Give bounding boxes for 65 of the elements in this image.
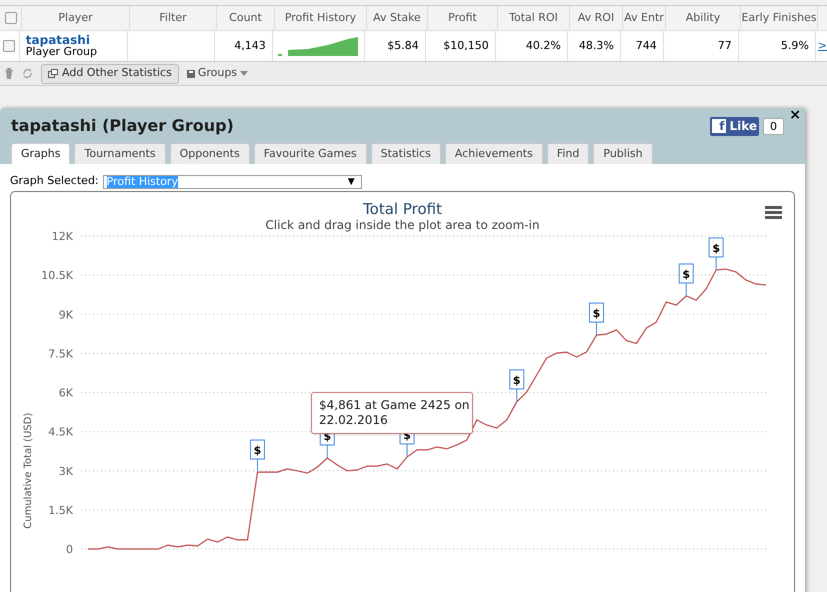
y-axis-label: Cumulative Total (USD) [23,412,34,529]
more-link[interactable]: > [818,38,827,54]
annotation: $ [512,374,521,387]
groups-button[interactable]: Groups [186,65,248,82]
table-cell-text: 77 [718,38,732,54]
y-tick-label: 6K [58,386,73,400]
like-button[interactable]: f Like [710,116,759,136]
column-header[interactable]: Av Stake [373,10,421,26]
annotation: $ [254,444,262,458]
save-icon [186,70,195,78]
table-cell-text: 744 [636,38,657,54]
add-statistics-button[interactable]: Add Other Statistics [41,64,179,84]
column-header[interactable]: Early Finishes [741,10,817,26]
tab[interactable]: Favourite Games [254,143,367,164]
annotation: $ [682,268,690,281]
y-tick-label: 7.5K [48,347,73,360]
annotation: $ [592,307,600,320]
tab[interactable]: Find [546,143,590,164]
column-header[interactable]: Av ROI [578,10,614,26]
graph-select[interactable]: Profit History ▼ [102,174,362,188]
tab[interactable]: Graphs [11,143,70,164]
checkbox[interactable] [4,12,16,24]
player-link[interactable]: tapatashi [26,34,127,46]
chart-subtitle: Click and drag inside the plot area to zoom-in [265,218,540,232]
chart-tooltip: $4,861 at Game 2425 on 22.02.2016 [311,392,473,434]
annotation: $ [712,242,720,255]
close-button[interactable]: × [789,108,801,122]
y-tick-label: 9K [58,308,73,322]
column-header[interactable]: Filter [159,10,187,26]
column-header[interactable]: Player [58,10,93,26]
y-tick-label: 3K [58,464,73,478]
y-tick-label: 1.5K [48,504,73,517]
column-header[interactable]: Profit [448,10,477,26]
table-cell-text: 5.9% [780,38,809,54]
caret-icon [240,71,248,76]
tab[interactable]: Achievements [444,143,543,164]
chart-menu-icon[interactable] [765,206,782,219]
column-header[interactable]: Ability [686,10,720,26]
panel-title: tapatashi (Player Group) [11,115,234,137]
table-cell-text: 48.3% [578,38,614,54]
windows-icon [48,69,58,78]
player-type: Player Group [26,46,98,58]
table-cell-text: $10,150 [443,38,489,54]
table-cell-text: 4,143 [234,38,266,54]
y-tick-label: 4.5K [48,426,73,439]
tab[interactable]: Opponents [170,143,250,164]
column-header[interactable]: Count [229,10,262,26]
column-header[interactable]: Total ROI [509,10,558,26]
y-tick-label: 0 [66,543,73,556]
y-tick-label: 12K [52,230,73,243]
facebook-logo: f [712,119,726,133]
table-cell-text: $5.84 [387,38,419,54]
checkbox[interactable] [3,40,16,52]
sync-icon[interactable] [22,68,33,79]
tab[interactable]: Tournaments [74,143,166,164]
column-header[interactable]: Profit History [284,10,356,26]
chart-title: Total Profit [363,201,442,218]
trash-icon[interactable] [4,68,14,79]
tab[interactable]: Statistics [370,143,441,164]
graph-select-label: Graph Selected: [10,173,99,190]
y-tick-label: 10.5K [41,269,73,282]
column-header[interactable]: Av Entr [624,10,664,26]
like-count: 0 [763,118,784,134]
table-cell-text: 40.2% [526,38,561,54]
tab[interactable]: Publish [593,143,653,164]
